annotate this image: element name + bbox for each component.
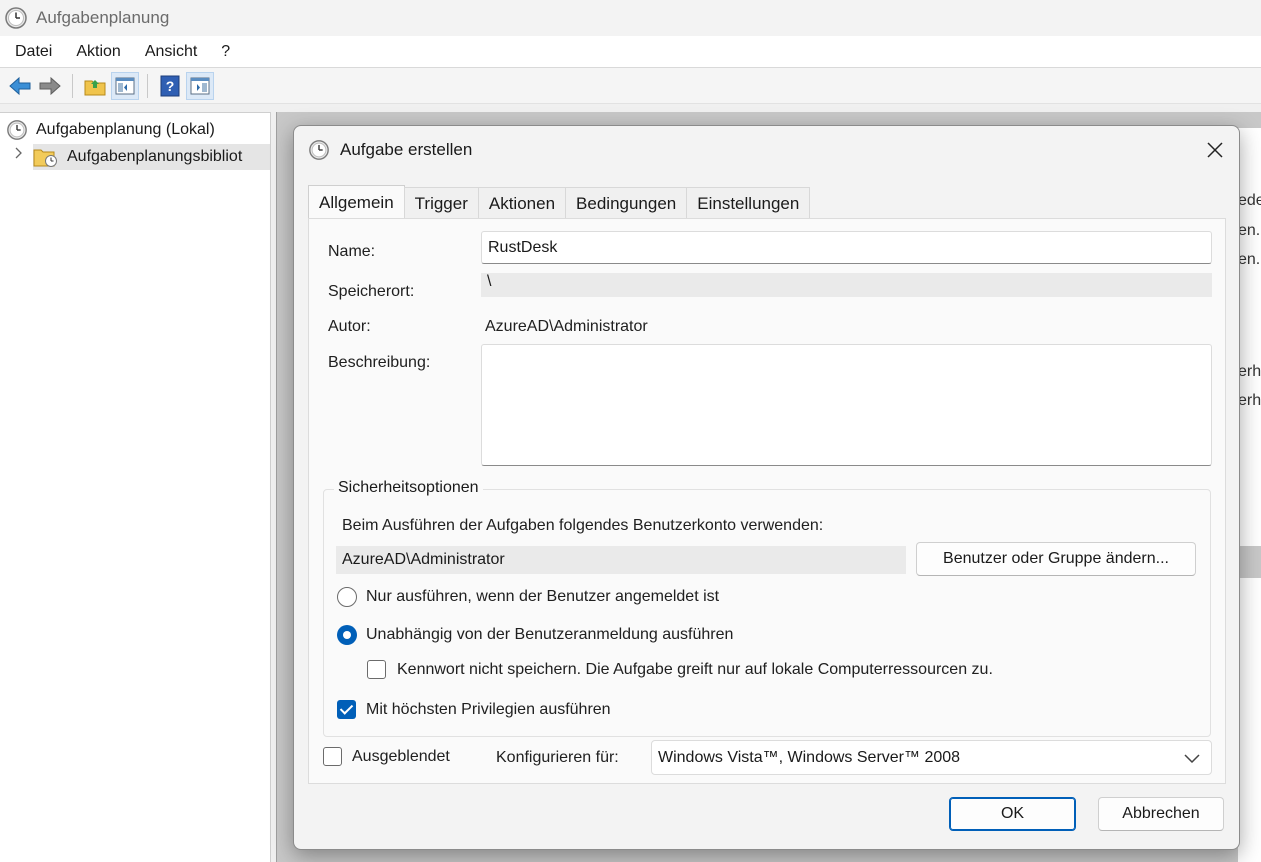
ok-button[interactable]: OK xyxy=(949,797,1076,831)
tab-trigger[interactable]: Trigger xyxy=(403,187,479,219)
tree-item-root-label: Aufgabenplanung (Lokal) xyxy=(36,121,215,138)
radio-run-independent-label[interactable]: Unabhängig von der Benutzeranmeldung aus… xyxy=(366,626,733,644)
clock-icon xyxy=(7,120,27,140)
close-icon xyxy=(1207,142,1223,158)
hidden-label[interactable]: Ausgeblendet xyxy=(352,748,450,766)
folder-up-button[interactable] xyxy=(81,72,109,100)
folder-up-icon xyxy=(84,79,106,95)
radio-run-logged-on[interactable] xyxy=(337,587,357,607)
close-button[interactable] xyxy=(1199,134,1231,166)
background-text: en. xyxy=(1238,251,1261,268)
forward-arrow-icon xyxy=(39,76,61,95)
help-button[interactable]: ? xyxy=(156,72,184,100)
configure-dropdown-value: Windows Vista™, Windows Server™ 2008 xyxy=(658,748,961,766)
dialog-titlebar: Aufgabe erstellen xyxy=(294,126,1239,174)
account-value: AzureAD\Administrator xyxy=(336,546,906,574)
author-label: Autor: xyxy=(328,318,371,335)
console-tree: Aufgabenplanung (Lokal) Aufgabenplanungs… xyxy=(0,112,271,862)
tree-item-root[interactable]: Aufgabenplanung (Lokal) xyxy=(6,119,215,141)
center-pane-lower xyxy=(1238,578,1261,862)
author-value: AzureAD\Administrator xyxy=(485,318,648,335)
cancel-button[interactable]: Abbrechen xyxy=(1098,797,1224,831)
hidden-checkbox[interactable] xyxy=(323,747,342,766)
menu-bar: Datei Aktion Ansicht ? xyxy=(0,36,1261,68)
show-hide-console-tree-button[interactable] xyxy=(111,71,139,100)
create-task-dialog: Aufgabe erstellen Allgemein Trigger Akti… xyxy=(293,125,1240,850)
toolbar-separator xyxy=(72,73,73,98)
name-input[interactable]: RustDesk xyxy=(481,231,1212,264)
menu-ansicht[interactable]: Ansicht xyxy=(145,43,197,61)
radio-run-independent[interactable] xyxy=(337,625,357,645)
no-store-password-checkbox[interactable] xyxy=(367,660,386,679)
back-button[interactable] xyxy=(6,72,34,100)
forward-button[interactable] xyxy=(36,72,64,100)
clock-app-icon xyxy=(5,7,27,29)
background-text: erh xyxy=(1238,363,1261,380)
toolbar-separator xyxy=(147,73,148,98)
radio-run-logged-on-label[interactable]: Nur ausführen, wenn der Benutzer angemel… xyxy=(366,588,719,606)
show-hide-action-pane-icon xyxy=(190,77,210,94)
center-pane-content xyxy=(1238,128,1261,546)
no-store-password-label[interactable]: Kennwort nicht speichern. Die Aufgabe gr… xyxy=(397,661,993,679)
menu-help[interactable]: ? xyxy=(221,43,230,61)
menu-datei[interactable]: Datei xyxy=(15,43,52,61)
menu-aktion[interactable]: Aktion xyxy=(76,43,120,61)
tree-expander[interactable] xyxy=(14,146,24,160)
toolbar: ? xyxy=(0,68,1261,104)
background-text: erh xyxy=(1238,392,1261,409)
name-label: Name: xyxy=(328,243,376,260)
background-text: en. xyxy=(1238,222,1261,239)
tab-bedingungen[interactable]: Bedingungen xyxy=(565,187,688,219)
security-options-legend: Sicherheitsoptionen xyxy=(334,479,483,497)
configure-dropdown[interactable]: Windows Vista™, Windows Server™ 2008 xyxy=(651,740,1212,775)
window-titlebar: Aufgabenplanung xyxy=(0,0,1261,36)
tab-aktionen[interactable]: Aktionen xyxy=(477,187,567,219)
configure-label: Konfigurieren für: xyxy=(496,749,619,766)
tab-einstellungen[interactable]: Einstellungen xyxy=(686,187,811,219)
highest-privileges-checkbox[interactable] xyxy=(337,700,356,719)
tree-item-library-label: Aufgabenplanungsbibliot xyxy=(67,148,243,165)
highest-privileges-label[interactable]: Mit höchsten Privilegien ausführen xyxy=(366,701,611,719)
tab-strip: Allgemein Trigger Aktionen Bedingungen E… xyxy=(308,185,811,219)
chevron-down-icon xyxy=(1184,754,1200,764)
tab-allgemein[interactable]: Allgemein xyxy=(308,185,405,219)
show-hide-action-pane-button[interactable] xyxy=(186,71,214,100)
show-hide-console-tree-icon xyxy=(115,77,135,94)
folder-clock-icon xyxy=(33,149,57,167)
location-value: \ xyxy=(481,273,1212,297)
description-input[interactable] xyxy=(481,344,1212,466)
change-user-button[interactable]: Benutzer oder Gruppe ändern... xyxy=(916,542,1196,576)
tab-panel-allgemein: Name: RustDesk Speicherort: \ Autor: Azu… xyxy=(308,218,1226,784)
tree-item-library[interactable]: Aufgabenplanungsbibliot xyxy=(33,144,270,170)
background-text: ede xyxy=(1238,192,1261,209)
description-label: Beschreibung: xyxy=(328,354,431,371)
security-options-group: Sicherheitsoptionen Beim Ausführen der A… xyxy=(323,479,1211,737)
location-label: Speicherort: xyxy=(328,283,415,300)
dialog-title: Aufgabe erstellen xyxy=(340,140,473,159)
svg-text:?: ? xyxy=(166,78,175,94)
window-title: Aufgabenplanung xyxy=(36,8,170,27)
clock-icon xyxy=(309,140,329,160)
help-icon: ? xyxy=(160,75,180,96)
account-prompt: Beim Ausführen der Aufgaben folgendes Be… xyxy=(342,517,824,534)
back-arrow-icon xyxy=(9,76,31,95)
chevron-right-icon xyxy=(15,147,22,159)
